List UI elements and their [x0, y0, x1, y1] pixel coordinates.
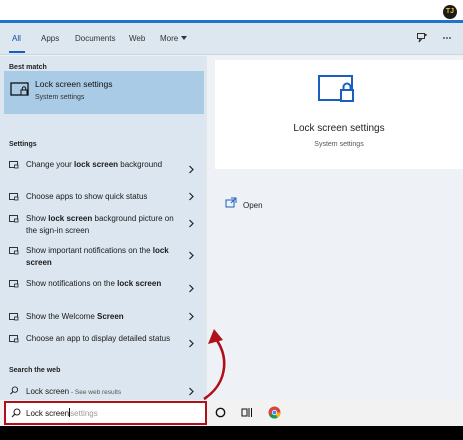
search-typed-text: Lock screen — [26, 409, 70, 418]
search-icon — [11, 408, 21, 418]
feedback-icon[interactable] — [416, 32, 428, 44]
preview-card: Lock screen settings System settings — [215, 60, 463, 169]
chevron-right-icon — [189, 312, 194, 321]
preview-subtitle: System settings — [314, 141, 364, 148]
web-result-suffix: - See web results — [69, 389, 122, 396]
setting-item-label: Show the Welcome Screen — [26, 311, 174, 323]
active-tab-indicator — [9, 51, 25, 53]
cortana-icon[interactable] — [215, 407, 226, 418]
chevron-down-icon — [181, 36, 188, 40]
setting-item-label: Change your lock screen background — [26, 159, 174, 171]
setting-text: Change your — [26, 160, 75, 169]
settings-heading: Settings — [9, 141, 37, 148]
chevron-right-icon — [189, 251, 194, 260]
channel-logo: TJ — [443, 5, 457, 19]
setting-text-bold: lock screen — [117, 279, 162, 288]
settings-monitor-icon — [9, 313, 19, 321]
best-match-title-rest: settings — [80, 79, 113, 89]
setting-text-bold: lock screen — [74, 160, 119, 169]
chevron-right-icon — [189, 219, 194, 228]
annotation-arrow-icon — [203, 329, 227, 401]
tab-more[interactable]: More — [160, 34, 188, 43]
open-icon — [225, 197, 237, 208]
web-result-label: Lock screen - See web results — [26, 386, 174, 399]
open-label: Open — [243, 201, 263, 210]
tab-more-label: More — [160, 34, 179, 43]
chrome-icon[interactable] — [268, 406, 281, 419]
search-icon — [10, 386, 19, 395]
settings-monitor-icon — [9, 215, 19, 223]
tab-all[interactable]: All — [12, 34, 21, 43]
task-view-icon[interactable] — [241, 407, 253, 418]
chevron-right-icon — [189, 165, 194, 174]
setting-text: Choose apps to show quick status — [26, 192, 148, 201]
bottom-letterbox — [0, 426, 463, 440]
tab-apps[interactable]: Apps — [41, 34, 59, 43]
setting-text-rest: background — [118, 160, 163, 169]
top-strip: TJ — [0, 0, 463, 22]
tab-bar: All Apps Documents Web More — [0, 23, 463, 55]
settings-monitor-icon — [9, 280, 19, 288]
setting-text: Show important notifications on the — [26, 246, 153, 255]
settings-monitor-icon — [9, 247, 19, 255]
setting-item-label: Choose apps to show quick status — [26, 191, 174, 203]
web-result-query: Lock screen — [26, 387, 70, 396]
chevron-right-icon — [189, 284, 194, 293]
setting-text-bold: Screen — [97, 312, 124, 321]
setting-text: Show — [26, 214, 49, 223]
preview-pane: Lock screen settings System settings Ope… — [207, 56, 463, 400]
lock-screen-large-icon — [318, 75, 354, 102]
search-autocomplete-text: settings — [70, 409, 98, 418]
best-match-title: Lock screen settings — [35, 79, 113, 89]
search-text: Lock screensettings — [26, 408, 98, 418]
setting-item-label: Show notifications on the lock screen — [26, 278, 174, 290]
setting-text: Show the Welcome — [26, 312, 97, 321]
setting-text: Show notifications on the — [26, 279, 118, 288]
tab-web[interactable]: Web — [129, 34, 145, 43]
best-match-subtitle: System settings — [35, 94, 85, 101]
setting-item-label: Show lock screen background picture on t… — [26, 213, 174, 237]
best-match-title-bold: Lock screen — [35, 79, 81, 89]
search-input[interactable]: Lock screensettings — [4, 401, 207, 425]
best-match-result[interactable]: Lock screen settings System settings — [4, 71, 204, 114]
setting-text-bold: lock screen — [48, 214, 93, 223]
more-options-icon[interactable] — [441, 32, 453, 44]
setting-item-label: Choose an app to display detailed status — [26, 333, 174, 345]
results-list: Best match Lock screen settings System s… — [0, 56, 205, 400]
setting-item-label: Show important notifications on the lock… — [26, 245, 174, 269]
search-web-heading: Search the web — [9, 367, 61, 374]
settings-monitor-icon — [9, 335, 19, 343]
best-match-heading: Best match — [9, 64, 47, 71]
settings-monitor-icon — [9, 193, 19, 201]
setting-text: Choose an app to display detailed status — [26, 334, 171, 343]
settings-monitor-icon — [9, 161, 19, 169]
lock-screen-icon — [10, 82, 29, 96]
tab-documents[interactable]: Documents — [75, 34, 115, 43]
preview-title: Lock screen settings — [293, 123, 385, 134]
chevron-right-icon — [189, 192, 194, 201]
